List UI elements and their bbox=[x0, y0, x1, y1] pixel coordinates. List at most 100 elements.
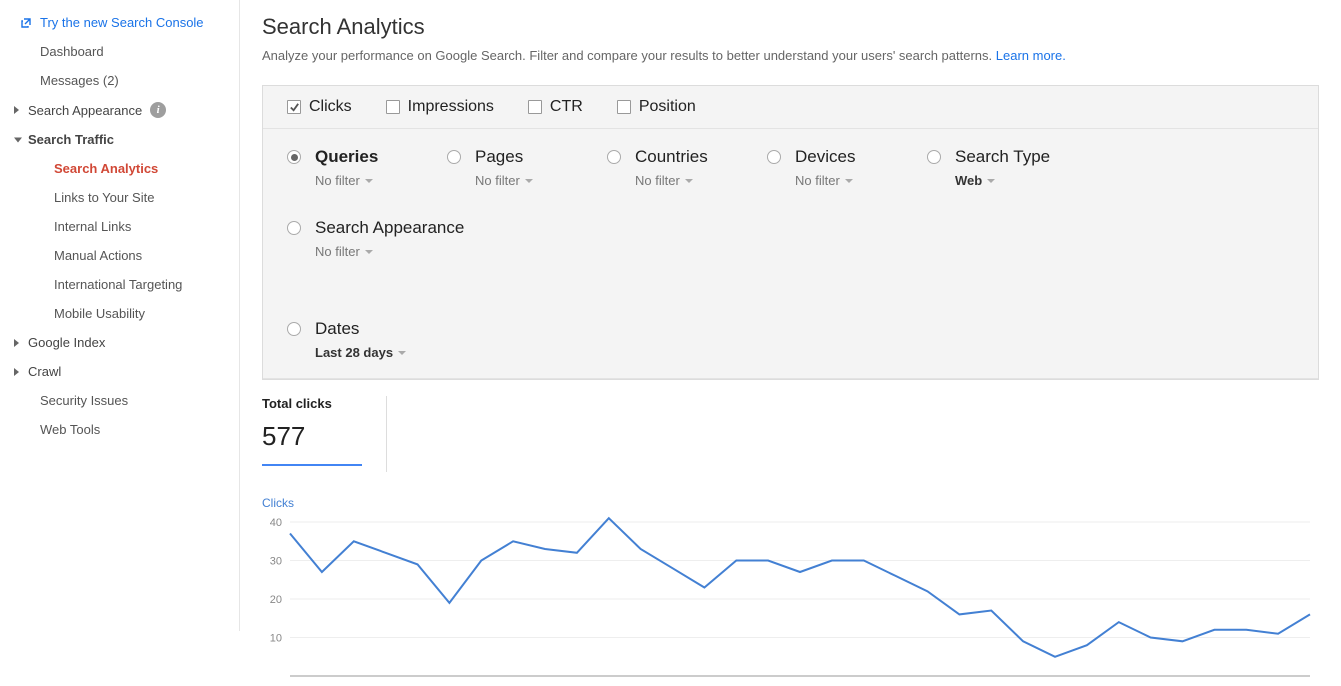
sidebar-item-label: Search Analytics bbox=[54, 161, 158, 176]
page-title: Search Analytics bbox=[262, 14, 1319, 40]
metric-label: Impressions bbox=[408, 98, 494, 116]
chevron-down-icon bbox=[525, 179, 533, 183]
radio-icon bbox=[447, 150, 461, 164]
dimension-filter-value: Last 28 days bbox=[315, 345, 393, 360]
dimension-countries[interactable]: Countries No filter bbox=[607, 147, 767, 188]
sidebar-item-security-issues[interactable]: Security Issues bbox=[0, 386, 239, 415]
caret-down-icon bbox=[14, 137, 22, 142]
totals: Total clicks 577 bbox=[262, 380, 1319, 472]
dimensions-row: Queries No filter Pages No filter Countries N… bbox=[263, 129, 1318, 379]
sidebar-item-label: Google Index bbox=[28, 335, 105, 350]
dimension-filter-dropdown[interactable]: No filter bbox=[315, 244, 464, 259]
dimension-label: Devices bbox=[795, 147, 855, 167]
dimension-search-type[interactable]: Search Type Web bbox=[927, 147, 1090, 188]
metric-clicks[interactable]: Clicks bbox=[287, 98, 352, 116]
dimension-filter-value: No filter bbox=[475, 173, 520, 188]
dimension-filter-value: Web bbox=[955, 173, 982, 188]
dimension-filter-dropdown[interactable]: No filter bbox=[635, 173, 727, 188]
dimension-label: Pages bbox=[475, 147, 523, 167]
sidebar-item-internal-links[interactable]: Internal Links bbox=[0, 212, 239, 241]
caret-right-icon bbox=[14, 106, 19, 114]
sidebar-promo-link[interactable]: Try the new Search Console bbox=[0, 8, 239, 37]
learn-more-link[interactable]: Learn more. bbox=[996, 48, 1066, 63]
sidebar-item-label: Search Appearance bbox=[28, 103, 142, 118]
dimension-pages[interactable]: Pages No filter bbox=[447, 147, 607, 188]
total-clicks-card[interactable]: Total clicks 577 bbox=[262, 396, 387, 472]
dimension-filter-dropdown[interactable]: Last 28 days bbox=[315, 345, 407, 360]
total-underline bbox=[262, 464, 362, 466]
radio-icon bbox=[927, 150, 941, 164]
dimension-search-appearance[interactable]: Search Appearance No filter bbox=[287, 218, 504, 259]
info-icon[interactable]: i bbox=[150, 102, 166, 118]
sidebar-item-manual-actions[interactable]: Manual Actions bbox=[0, 241, 239, 270]
chevron-down-icon bbox=[365, 250, 373, 254]
dimension-filter-dropdown[interactable]: No filter bbox=[315, 173, 407, 188]
chart-legend: Clicks bbox=[262, 496, 1314, 510]
svg-text:40: 40 bbox=[270, 517, 282, 529]
chevron-down-icon bbox=[685, 179, 693, 183]
sidebar-item-label: Search Traffic bbox=[28, 132, 114, 147]
chevron-down-icon bbox=[845, 179, 853, 183]
chevron-down-icon bbox=[365, 179, 373, 183]
dimension-filter-value: No filter bbox=[635, 173, 680, 188]
sidebar-item-label: Mobile Usability bbox=[54, 306, 145, 321]
clicks-series-line bbox=[290, 518, 1310, 657]
dimension-filter-value: No filter bbox=[795, 173, 840, 188]
chevron-down-icon bbox=[987, 179, 995, 183]
dimension-filter-dropdown[interactable]: Web bbox=[955, 173, 1050, 188]
metrics-row: Clicks Impressions CTR Position bbox=[263, 86, 1318, 129]
page-subtitle: Analyze your performance on Google Searc… bbox=[262, 48, 1319, 63]
sidebar-item-label: Messages (2) bbox=[40, 73, 119, 88]
dimension-label: Countries bbox=[635, 147, 708, 167]
metric-position[interactable]: Position bbox=[617, 98, 696, 116]
sidebar-item-international-targeting[interactable]: International Targeting bbox=[0, 270, 239, 299]
dimension-queries[interactable]: Queries No filter bbox=[287, 147, 447, 188]
sidebar-item-mobile-usability[interactable]: Mobile Usability bbox=[0, 299, 239, 328]
sidebar-item-messages-2-[interactable]: Messages (2) bbox=[0, 66, 239, 95]
filter-panel: Clicks Impressions CTR Position Queries No f… bbox=[262, 85, 1319, 380]
dimension-label: Queries bbox=[315, 147, 378, 167]
caret-right-icon bbox=[14, 368, 19, 376]
caret-right-icon bbox=[14, 339, 19, 347]
sidebar-item-label: Crawl bbox=[28, 364, 61, 379]
sidebar-item-web-tools[interactable]: Web Tools bbox=[0, 415, 239, 444]
sidebar-item-google-index[interactable]: Google Index bbox=[0, 328, 239, 357]
dimension-label: Dates bbox=[315, 319, 359, 339]
metric-label: Position bbox=[639, 98, 696, 116]
dimension-label: Search Type bbox=[955, 147, 1050, 167]
sidebar-item-label: Security Issues bbox=[40, 393, 128, 408]
svg-text:20: 20 bbox=[270, 594, 282, 606]
sidebar-item-links-to-your-site[interactable]: Links to Your Site bbox=[0, 183, 239, 212]
sidebar-item-search-analytics[interactable]: Search Analytics bbox=[0, 154, 239, 183]
sidebar-item-label: Internal Links bbox=[54, 219, 131, 234]
radio-icon bbox=[287, 322, 301, 336]
radio-icon bbox=[767, 150, 781, 164]
radio-icon bbox=[607, 150, 621, 164]
sidebar-item-label: Links to Your Site bbox=[54, 190, 154, 205]
checkbox-icon bbox=[287, 100, 301, 114]
metric-impressions[interactable]: Impressions bbox=[386, 98, 494, 116]
subtitle-text: Analyze your performance on Google Searc… bbox=[262, 48, 996, 63]
metric-label: Clicks bbox=[309, 98, 352, 116]
total-label: Total clicks bbox=[262, 396, 362, 411]
chevron-down-icon bbox=[398, 351, 406, 355]
sidebar-item-dashboard[interactable]: Dashboard bbox=[0, 37, 239, 66]
dimension-devices[interactable]: Devices No filter bbox=[767, 147, 927, 188]
main-content: Search Analytics Analyze your performanc… bbox=[240, 0, 1341, 631]
sidebar-item-search-appearance[interactable]: Search Appearance i bbox=[0, 95, 239, 125]
sidebar-item-search-traffic[interactable]: Search Traffic bbox=[0, 125, 239, 154]
dimension-filter-value: No filter bbox=[315, 173, 360, 188]
sidebar-item-crawl[interactable]: Crawl bbox=[0, 357, 239, 386]
radio-icon bbox=[287, 221, 301, 235]
sidebar-item-label: Dashboard bbox=[40, 44, 104, 59]
chart-area: Clicks 10203040 bbox=[262, 496, 1314, 686]
dimension-dates[interactable]: Dates Last 28 days bbox=[287, 319, 447, 360]
checkbox-icon bbox=[386, 100, 400, 114]
dimension-filter-dropdown[interactable]: No filter bbox=[475, 173, 567, 188]
dimension-label: Search Appearance bbox=[315, 218, 464, 238]
dimension-filter-dropdown[interactable]: No filter bbox=[795, 173, 887, 188]
total-value: 577 bbox=[262, 421, 362, 452]
sidebar-promo-text: Try the new Search Console bbox=[40, 15, 204, 30]
dimension-filter-value: No filter bbox=[315, 244, 360, 259]
metric-ctr[interactable]: CTR bbox=[528, 98, 583, 116]
